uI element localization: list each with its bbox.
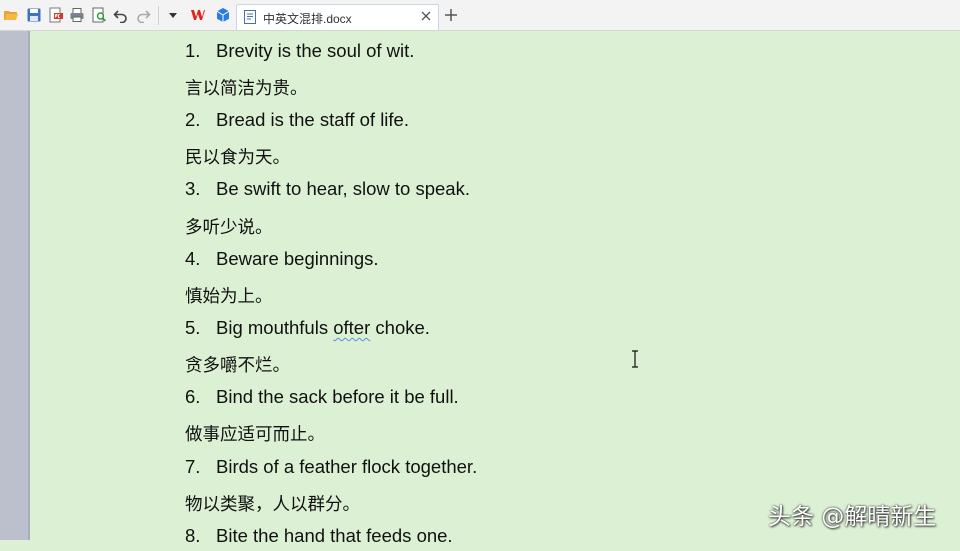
document-line[interactable]: 言以简洁为贵。: [185, 75, 308, 101]
redo-icon[interactable]: [134, 6, 152, 24]
document-line[interactable]: 慎始为上。: [185, 283, 273, 309]
document-line[interactable]: 8. Bite the hand that feeds one.: [185, 525, 453, 551]
document-line[interactable]: 物以类聚，人以群分。: [185, 491, 360, 517]
save-icon[interactable]: [25, 6, 43, 24]
document-line[interactable]: 1. Brevity is the soul of wit.: [185, 40, 414, 66]
document-line[interactable]: 民以食为天。: [185, 144, 290, 170]
document-line[interactable]: 多听少说。: [185, 214, 273, 240]
document-line[interactable]: 做事应适可而止。: [185, 421, 325, 447]
new-tab-icon[interactable]: [443, 7, 459, 23]
document-line[interactable]: 2. Bread is the staff of life.: [185, 109, 409, 135]
document-line[interactable]: 3. Be swift to hear, slow to speak.: [185, 178, 470, 204]
print-preview-icon[interactable]: [90, 6, 108, 24]
undo-icon[interactable]: [112, 6, 130, 24]
text-cursor-icon: [632, 350, 638, 368]
document-icon: [244, 10, 256, 24]
document-page[interactable]: 1. Brevity is the soul of wit. 言以简洁为贵。 2.…: [30, 31, 960, 546]
document-line[interactable]: 7. Birds of a feather flock together.: [185, 456, 477, 482]
document-line[interactable]: 5. Big mouthfuls ofter choke.: [185, 317, 430, 343]
left-margin-strip: [0, 31, 30, 540]
spelling-error-word[interactable]: ofter: [333, 317, 370, 338]
watermark-text: 头条 @解晴新生: [768, 504, 937, 530]
document-tab-title: 中英文混排.docx: [263, 12, 352, 26]
quick-access-toolbar: 中英文混排.docx: [0, 0, 960, 31]
document-tab[interactable]: 中英文混排.docx: [236, 4, 439, 30]
close-tab-icon[interactable]: [419, 9, 433, 23]
document-line[interactable]: 贪多嚼不烂。: [185, 352, 290, 378]
open-folder-icon[interactable]: [2, 6, 20, 24]
document-line[interactable]: 4. Beware beginnings.: [185, 248, 379, 274]
wps-logo-icon[interactable]: [189, 6, 207, 24]
cube-app-icon[interactable]: [214, 6, 232, 24]
more-dropdown-icon[interactable]: [164, 6, 182, 24]
export-pdf-icon[interactable]: [47, 6, 65, 24]
print-icon[interactable]: [68, 6, 86, 24]
toolbar-separator: [158, 6, 159, 25]
document-line[interactable]: 6. Bind the sack before it be full.: [185, 386, 459, 412]
